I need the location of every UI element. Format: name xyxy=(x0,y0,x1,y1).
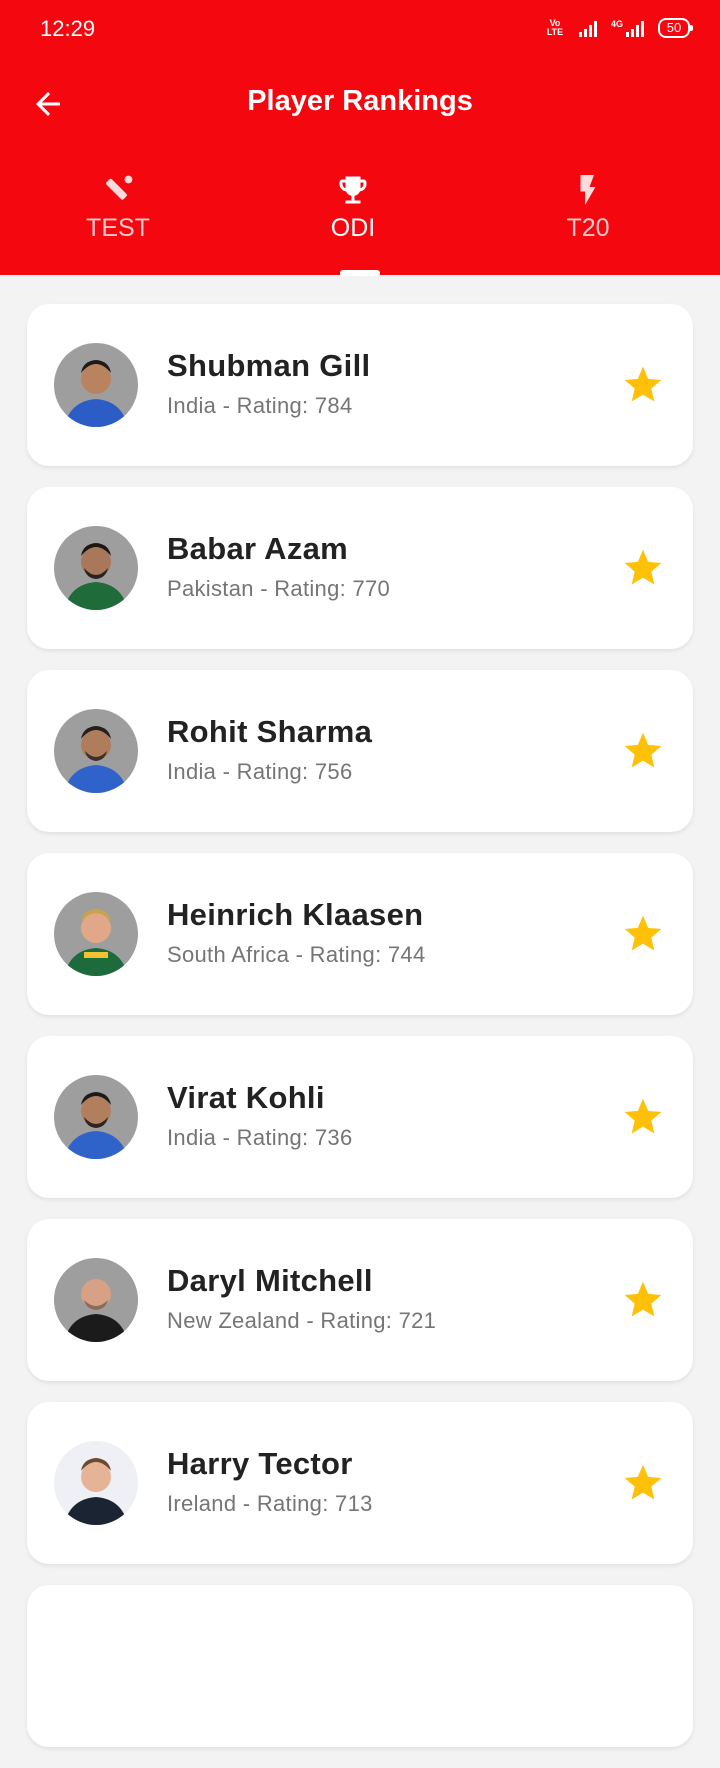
player-name: Rohit Sharma xyxy=(167,714,373,749)
app-bar: 12:29 VoLTE 4G 50 Player Rankings TEST xyxy=(0,0,720,276)
star-icon[interactable] xyxy=(621,912,665,956)
player-card-partial[interactable] xyxy=(27,1585,693,1747)
player-card[interactable]: Heinrich Klaasen South Africa - Rating: … xyxy=(27,853,693,1015)
status-time: 12:29 xyxy=(40,16,96,41)
player-meta: New Zealand - Rating: 721 xyxy=(167,1308,437,1333)
tab-test[interactable]: TEST xyxy=(48,172,188,243)
player-name: Harry Tector xyxy=(167,1446,353,1481)
player-avatar xyxy=(54,1258,138,1342)
player-card[interactable]: Babar Azam Pakistan - Rating: 770 xyxy=(27,487,693,649)
player-name: Virat Kohli xyxy=(167,1080,325,1115)
player-list: Shubman Gill India - Rating: 784 Babar A… xyxy=(27,304,693,1768)
star-icon[interactable] xyxy=(621,729,665,773)
signal-icon xyxy=(578,19,597,37)
player-avatar xyxy=(54,1075,138,1159)
star-icon[interactable] xyxy=(621,363,665,407)
player-meta: Pakistan - Rating: 770 xyxy=(167,576,391,601)
volte-icon: Vo LTE xyxy=(546,18,564,37)
star-icon[interactable] xyxy=(621,1278,665,1322)
cricket-bat-icon xyxy=(106,175,133,200)
lightning-icon xyxy=(580,175,596,205)
player-avatar xyxy=(54,526,138,610)
player-card[interactable]: Harry Tector Ireland - Rating: 713 xyxy=(27,1402,693,1564)
player-card[interactable]: Rohit Sharma India - Rating: 756 xyxy=(27,670,693,832)
player-name: Shubman Gill xyxy=(167,348,371,383)
player-name: Daryl Mitchell xyxy=(167,1263,373,1298)
star-icon[interactable] xyxy=(621,1461,665,1505)
player-meta: Ireland - Rating: 713 xyxy=(167,1491,373,1516)
player-avatar xyxy=(54,709,138,793)
tab-indicator xyxy=(340,270,380,276)
player-card[interactable]: Daryl Mitchell New Zealand - Rating: 721 xyxy=(27,1219,693,1381)
player-avatar xyxy=(54,1441,138,1525)
battery-icon: 50 xyxy=(658,18,693,38)
star-icon[interactable] xyxy=(621,1095,665,1139)
network-signal-icon: 4G xyxy=(611,19,644,37)
player-meta: South Africa - Rating: 744 xyxy=(167,942,426,967)
status-icons: Vo LTE 4G 50 xyxy=(545,18,693,38)
player-meta: India - Rating: 784 xyxy=(167,393,353,418)
tab-label: ODI xyxy=(330,214,376,242)
player-avatar xyxy=(54,343,138,427)
star-icon[interactable] xyxy=(621,546,665,590)
tab-odi[interactable]: ODI xyxy=(283,172,423,243)
tab-label: T20 xyxy=(566,214,610,242)
player-name: Heinrich Klaasen xyxy=(167,897,424,932)
player-name: Babar Azam xyxy=(167,531,349,566)
player-meta: India - Rating: 756 xyxy=(167,759,353,784)
player-card[interactable]: Shubman Gill India - Rating: 784 xyxy=(27,304,693,466)
player-card[interactable]: Virat Kohli India - Rating: 736 xyxy=(27,1036,693,1198)
network-label: 4G xyxy=(610,19,623,29)
trophy-icon xyxy=(339,176,367,204)
player-meta: India - Rating: 736 xyxy=(167,1125,353,1150)
page-title: Player Rankings xyxy=(247,85,473,117)
tab-label: TEST xyxy=(86,214,150,242)
player-avatar xyxy=(54,892,138,976)
tab-t20[interactable]: T20 xyxy=(518,172,658,243)
